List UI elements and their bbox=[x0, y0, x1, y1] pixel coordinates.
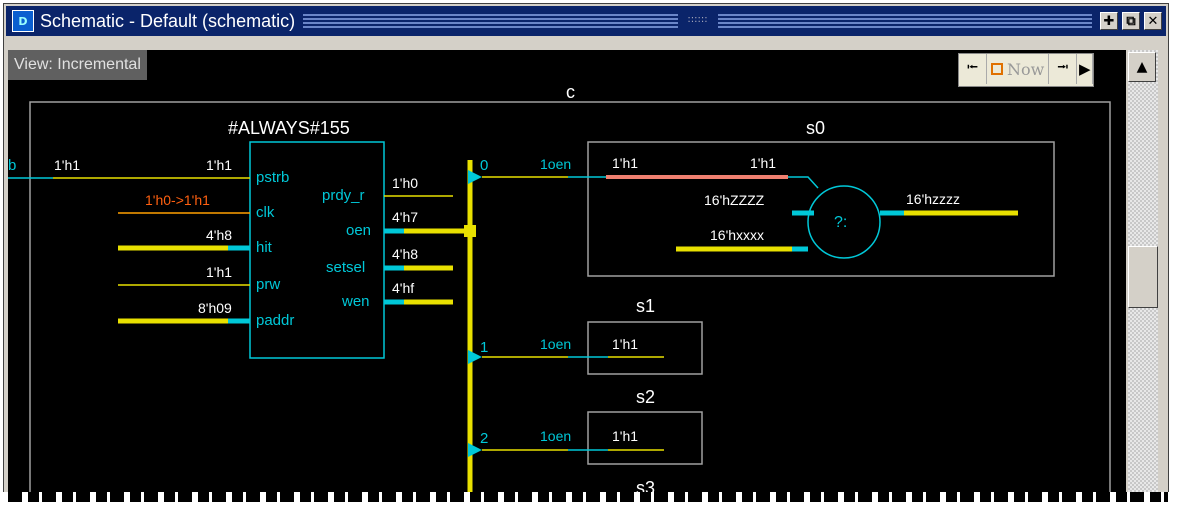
scrollbar-thumb[interactable] bbox=[1128, 246, 1158, 308]
undock-icon[interactable]: ⧉ bbox=[1122, 12, 1140, 30]
maximize-icon[interactable]: ✚ bbox=[1100, 12, 1118, 30]
torn-edge-pattern bbox=[8, 492, 1168, 502]
port-hit: hit bbox=[256, 239, 273, 256]
now-stop-icon bbox=[991, 63, 1003, 75]
play-icon[interactable]: ▶ bbox=[1077, 54, 1094, 84]
port-oen: oen bbox=[346, 222, 371, 239]
bus-tap-2: 2 bbox=[480, 430, 488, 447]
window-title: Schematic - Default (schematic) bbox=[40, 10, 296, 31]
waveform-toolbar: ⭰ Now ⭲ ▶ bbox=[958, 53, 1095, 87]
pstrb-outer-value: 1'h1 bbox=[54, 157, 80, 173]
block-label: #ALWAYS#155 bbox=[228, 118, 350, 138]
now-button[interactable]: Now bbox=[987, 54, 1050, 84]
go-back-icon[interactable]: ⭰ bbox=[959, 54, 987, 84]
port-clk: clk bbox=[256, 204, 275, 221]
s0-mux-symbol: ?: bbox=[834, 214, 847, 231]
port-prw: prw bbox=[256, 276, 280, 293]
hit-value: 4'h8 bbox=[206, 227, 232, 243]
port-wen: wen bbox=[341, 293, 370, 310]
port-pstrb: pstrb bbox=[256, 169, 289, 186]
title-bar[interactable]: D Schematic - Default (schematic) ::::::… bbox=[6, 6, 1166, 36]
clk-value: 1'h0->1'h1 bbox=[145, 192, 210, 208]
title-grip[interactable]: :::::: bbox=[303, 14, 1092, 28]
schematic-app-icon: D bbox=[12, 10, 34, 32]
grip-dots: :::::: bbox=[677, 14, 718, 28]
port-prdy-r: prdy_r bbox=[322, 187, 365, 204]
s0-port: 1oen bbox=[540, 156, 571, 172]
s0-mux-in-b: 16'hxxxx bbox=[710, 227, 764, 243]
close-icon[interactable]: ✕ bbox=[1144, 12, 1162, 30]
s0-mux-out: 16'hzzzz bbox=[906, 191, 960, 207]
view-mode-label: View: Incremental bbox=[8, 50, 147, 80]
s1-module[interactable] bbox=[587, 321, 703, 375]
setsel-value: 4'h8 bbox=[392, 246, 418, 262]
s0-mux-in-a: 16'hZZZZ bbox=[704, 192, 765, 208]
prdy-r-value: 1'h0 bbox=[392, 175, 418, 191]
pstrb-inner-value: 1'h1 bbox=[206, 157, 232, 173]
s1-port: 1oen bbox=[540, 336, 571, 352]
s2-value: 1'h1 bbox=[612, 428, 638, 444]
bus-tap-0: 0 bbox=[480, 157, 488, 174]
s0-wire-left: 1'h1 bbox=[612, 155, 638, 171]
s2-port: 1oen bbox=[540, 428, 571, 444]
s0-mux-sel-wire bbox=[788, 176, 819, 189]
schematic-drawing: c #ALWAYS#155 b 1'h1 1'h1 pstrb 1'h0->1'… bbox=[8, 82, 1111, 494]
schematic-canvas[interactable]: c #ALWAYS#155 b 1'h1 1'h1 pstrb 1'h0->1'… bbox=[8, 50, 1126, 494]
s0-module[interactable] bbox=[587, 141, 1055, 277]
port-paddr: paddr bbox=[256, 312, 294, 329]
vertical-scrollbar[interactable]: ▲ bbox=[1128, 50, 1158, 494]
s2-label: s2 bbox=[636, 387, 655, 407]
bus-tap-1: 1 bbox=[480, 339, 488, 356]
scroll-up-icon[interactable]: ▲ bbox=[1128, 52, 1156, 82]
prw-value: 1'h1 bbox=[206, 264, 232, 280]
go-forward-icon[interactable]: ⭲ bbox=[1049, 54, 1078, 84]
s0-label: s0 bbox=[806, 118, 825, 138]
oen-value: 4'h7 bbox=[392, 209, 418, 225]
s0-wire-right: 1'h1 bbox=[750, 155, 776, 171]
wen-value: 4'hf bbox=[392, 280, 414, 296]
s1-label: s1 bbox=[636, 296, 655, 316]
container-label: c bbox=[566, 82, 575, 102]
torn-bottom-edge bbox=[0, 492, 1179, 509]
s1-value: 1'h1 bbox=[612, 336, 638, 352]
now-label: Now bbox=[1007, 59, 1045, 79]
paddr-value: 8'h09 bbox=[198, 300, 232, 316]
port-setsel: setsel bbox=[326, 259, 365, 276]
s2-module[interactable] bbox=[587, 411, 703, 465]
input-wire-label: b bbox=[8, 157, 16, 174]
